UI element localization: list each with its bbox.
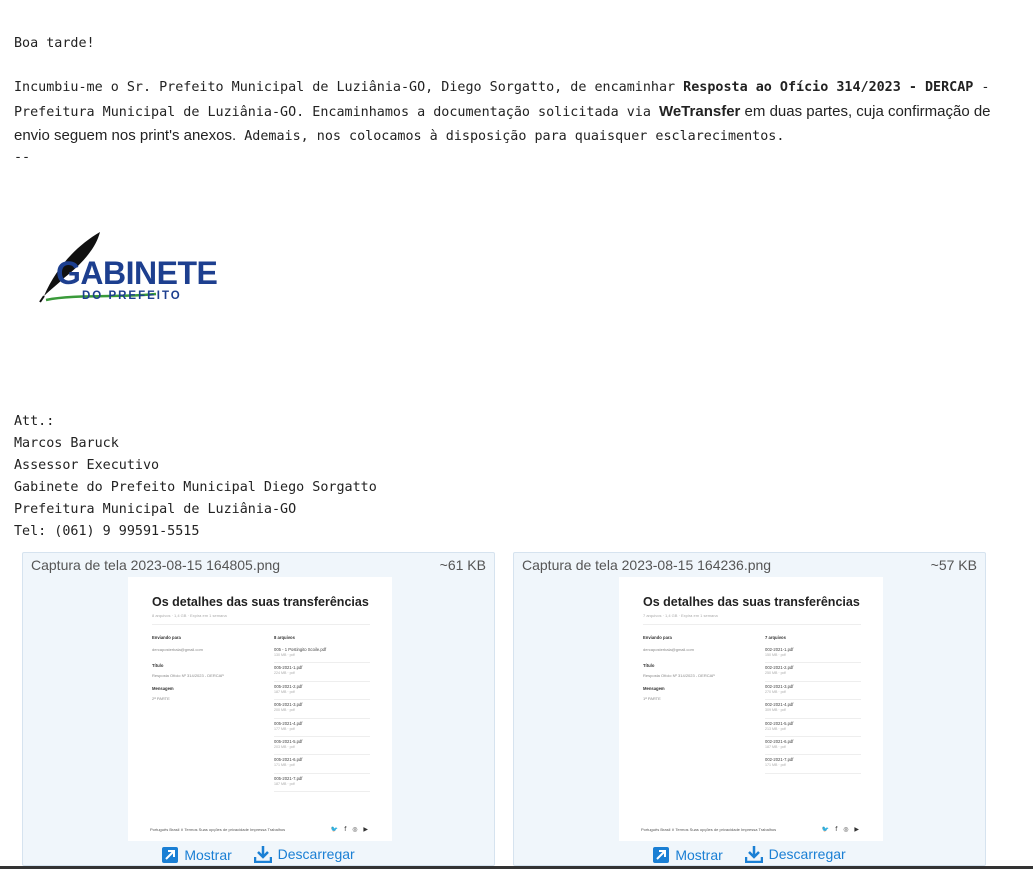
signature-closing: Att.:: [14, 414, 55, 429]
body-text: Prefeitura Municipal de Luziânia-GO. Enc…: [14, 105, 659, 120]
body-line-2: Prefeitura Municipal de Luziânia-GO. Enc…: [14, 101, 991, 124]
list-item: 005 - 1 Postingito Scoile.pdf 130 MB · pd…: [274, 645, 370, 664]
logo-main-text: GABINETE: [56, 255, 218, 291]
list-item: 005-2021-5.pdf 203 MB · pdf: [274, 737, 370, 756]
open-external-icon: [653, 847, 670, 863]
divider: [643, 624, 861, 625]
list-item: 002-2021-4.pdf 309 MB · pdf: [765, 700, 861, 719]
body-text: Incumbiu-me o Sr. Prefeito Municipal de …: [14, 80, 684, 95]
logo-sub-text: DO PREFEITO: [82, 290, 182, 302]
body-text: Ademais, nos colocamos à disposição para…: [236, 129, 785, 144]
attachment-size: ~57 KB: [930, 557, 977, 573]
wetransfer-text: WeTransfer: [658, 103, 741, 120]
thumb-label: Título: [643, 663, 655, 668]
thumb-footer: Português Brasil ∨ Termos Suas opções de…: [150, 827, 286, 832]
thumb-title: Os detalhes das suas transferências: [152, 595, 369, 609]
social-icons: 🐦 f ◎ ▶: [330, 826, 370, 833]
attachment-card[interactable]: Captura de tela 2023-08-15 164805.png ~6…: [22, 552, 495, 866]
divider: [152, 624, 370, 625]
attachment-card[interactable]: Captura de tela 2023-08-15 164236.png ~5…: [513, 552, 986, 866]
signature-phone: Tel: (061) 9 99591-5515: [14, 524, 200, 539]
list-item: 005-2021-3.pdf 200 MB · pdf: [274, 700, 370, 719]
thumb-label: Título: [152, 663, 164, 668]
signature-organization: Prefeitura Municipal de Luziânia-GO: [14, 502, 297, 517]
thumb-value: dercaposterbala@gmail.com: [152, 647, 203, 652]
body-text: envio seguem nos print's anexos.: [14, 127, 237, 144]
thumb-title: Os detalhes das suas transferências: [643, 595, 860, 609]
open-external-icon: [162, 847, 179, 863]
gabinete-logo: GABINETE DO PREFEITO: [36, 228, 236, 308]
download-button[interactable]: Descarregar: [253, 845, 355, 863]
signature-office: Gabinete do Prefeito Municipal Diego Sor…: [14, 480, 377, 495]
list-item: 002-2021-2.pdf 250 MB · pdf: [765, 663, 861, 682]
attachment-filename: Captura de tela 2023-08-15 164805.png: [31, 557, 281, 573]
download-button[interactable]: Descarregar: [744, 845, 846, 863]
greeting: Boa tarde!: [14, 36, 95, 51]
thumb-label: Enviando para: [152, 635, 181, 640]
download-icon: [744, 846, 763, 863]
thumb-value: Resposta Ofício Nº 314/2023 - DERCAP: [643, 673, 715, 678]
thumb-label: Mensagem: [152, 686, 174, 691]
show-label: Mostrar: [675, 847, 723, 863]
attachment-actions: Mostrar Descarregar: [514, 845, 985, 866]
social-icons: 🐦 f ◎ ▶: [821, 826, 861, 833]
list-item: 002-2021-1.pdf 150 MB · pdf: [765, 645, 861, 664]
body-text: -: [973, 80, 990, 95]
thumb-value: 2ª PARTE: [152, 696, 170, 701]
list-item: 002-2021-7.pdf 171 MB · pdf: [765, 755, 861, 774]
show-button[interactable]: Mostrar: [162, 847, 232, 863]
signature-role: Assessor Executivo: [14, 458, 160, 473]
attachment-size: ~61 KB: [439, 557, 486, 573]
attachment-actions: Mostrar Descarregar: [23, 845, 494, 866]
list-item: 002-2021-5.pdf 213 MB · pdf: [765, 719, 861, 737]
thumb-value: Resposta Ofício Nº 314/2023 - DERCAP: [152, 673, 224, 678]
list-item: 005-2021-2.pdf 187 MB · pdf: [274, 682, 370, 701]
separator: --: [14, 150, 31, 165]
thumb-label: 7 arquivos: [765, 635, 786, 640]
list-item: 005-2021-7.pdf 187 MB · pdf: [274, 774, 370, 793]
list-item: 005-2021-4.pdf 177 MB · pdf: [274, 719, 370, 737]
thumb-subtitle: 7 arquivos · 1,4 GB · Expira em 1 semana: [643, 613, 718, 618]
body-line-1: Incumbiu-me o Sr. Prefeito Municipal de …: [14, 77, 990, 99]
download-label: Descarregar: [768, 846, 846, 862]
list-item: 005-2021-1.pdf 224 MB · pdf: [274, 663, 370, 682]
thumb-value: dercaposterbala@gmail.com: [643, 647, 694, 652]
thumb-footer: Português Brasil ∨ Termos Suas opções de…: [641, 827, 777, 832]
thumb-label: Mensagem: [643, 686, 665, 691]
list-item: 005-2021-6.pdf 171 MB · pdf: [274, 755, 370, 774]
thumb-subtitle: 8 arquivos · 1,4 GB · Expira em 1 semana: [152, 613, 227, 618]
thumb-value: 1ª PARTE: [643, 696, 661, 701]
attachment-thumbnail[interactable]: Os detalhes das suas transferências 8 ar…: [128, 577, 392, 841]
body-text: em duas partes, cuja confirmação de: [740, 103, 991, 120]
thumb-file-list: 002-2021-1.pdf 150 MB · pdf 002-2021-2.pd…: [765, 645, 861, 774]
list-item: 002-2021-6.pdf 187 MB · pdf: [765, 737, 861, 756]
show-label: Mostrar: [184, 847, 232, 863]
show-button[interactable]: Mostrar: [653, 847, 723, 863]
subject-reference: Resposta ao Ofício 314/2023 - DERCAP: [683, 80, 974, 95]
thumb-label: Enviando para: [643, 635, 672, 640]
thumb-label: 8 arquivos: [274, 635, 295, 640]
download-icon: [253, 846, 272, 863]
signature-name: Marcos Baruck: [14, 436, 119, 451]
list-item: 002-2021-3.pdf 270 MB · pdf: [765, 682, 861, 701]
attachment-filename: Captura de tela 2023-08-15 164236.png: [522, 557, 772, 573]
attachment-thumbnail[interactable]: Os detalhes das suas transferências 7 ar…: [619, 577, 883, 841]
download-label: Descarregar: [277, 846, 355, 862]
body-line-3: envio seguem nos print's anexos. Ademais…: [14, 125, 784, 148]
thumb-file-list: 005 - 1 Postingito Scoile.pdf 130 MB · pd…: [274, 645, 370, 793]
